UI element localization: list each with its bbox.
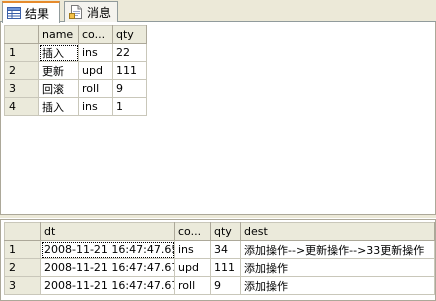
- table-cell[interactable]: 111: [210, 258, 241, 277]
- row-number[interactable]: 2: [4, 61, 39, 80]
- row-number[interactable]: 3: [4, 79, 39, 98]
- tab-bar: 结果 消息: [0, 0, 436, 23]
- tab-messages[interactable]: 消息: [64, 1, 118, 22]
- table-row[interactable]: 1 2008-11-21 16:47:47.653 ins 34 添加操作-->…: [4, 240, 435, 259]
- table-row[interactable]: 3 2008-11-21 16:47:47.670 roll 9 添加操作: [4, 276, 435, 295]
- row-number[interactable]: 1: [4, 43, 39, 62]
- table-cell[interactable]: upd: [78, 61, 113, 80]
- grid-icon: [7, 6, 21, 20]
- table-row[interactable]: 2 2008-11-21 16:47:47.670 upd 111 添加操作: [4, 258, 435, 277]
- table-cell[interactable]: 更新: [38, 61, 79, 80]
- row-number[interactable]: 3: [4, 276, 41, 295]
- column-header-co[interactable]: co...: [174, 222, 211, 241]
- table-cell[interactable]: 34: [210, 240, 241, 259]
- table-cell[interactable]: 插入: [38, 43, 79, 62]
- table-cell[interactable]: 9: [210, 276, 241, 295]
- grid-header-row: dt co... qty dest: [4, 222, 435, 241]
- table-cell[interactable]: roll: [78, 79, 113, 98]
- table-cell[interactable]: 2008-11-21 16:47:47.670: [40, 276, 175, 295]
- tab-results-label: 结果: [25, 6, 50, 21]
- grid-corner[interactable]: [4, 222, 41, 241]
- tab-messages-label: 消息: [87, 5, 112, 20]
- table-cell[interactable]: ins: [78, 97, 113, 116]
- column-header-qty[interactable]: qty: [210, 222, 241, 241]
- table-cell[interactable]: upd: [174, 258, 211, 277]
- table-row[interactable]: 2 更新 upd 111: [4, 61, 147, 80]
- table-row[interactable]: 3 回滚 roll 9: [4, 79, 147, 98]
- table-cell[interactable]: 插入: [38, 97, 79, 116]
- grid-corner[interactable]: [4, 25, 39, 44]
- table-cell[interactable]: 1: [112, 97, 147, 116]
- column-header-qty[interactable]: qty: [112, 25, 147, 44]
- row-number[interactable]: 4: [4, 97, 39, 116]
- table-cell[interactable]: roll: [174, 276, 211, 295]
- column-header-dt[interactable]: dt: [40, 222, 175, 241]
- table-cell[interactable]: 2008-11-21 16:47:47.653: [40, 240, 175, 259]
- table-cell[interactable]: 9: [112, 79, 147, 98]
- column-header-co[interactable]: co...: [78, 25, 113, 44]
- row-number[interactable]: 1: [4, 240, 41, 259]
- column-header-name[interactable]: name: [38, 25, 79, 44]
- table-cell[interactable]: ins: [78, 43, 113, 62]
- table-cell[interactable]: ins: [174, 240, 211, 259]
- tab-results[interactable]: 结果: [2, 1, 60, 23]
- table-row[interactable]: 4 插入 ins 1: [4, 97, 147, 116]
- table-cell[interactable]: 111: [112, 61, 147, 80]
- results-grid-1[interactable]: name co... qty 1 插入 ins 22 2 更新 upd 111 …: [4, 25, 147, 116]
- table-cell[interactable]: 回滚: [38, 79, 79, 98]
- document-icon: [69, 5, 83, 19]
- results-window: 结果 消息 name co... qty 1 插入 ins 22 2 更新 up…: [0, 0, 436, 301]
- results-grid-2[interactable]: dt co... qty dest 1 2008-11-21 16:47:47.…: [4, 222, 435, 295]
- row-number[interactable]: 2: [4, 258, 41, 277]
- table-cell[interactable]: 添加操作: [240, 276, 435, 295]
- table-cell[interactable]: 添加操作-->更新操作-->33更新操作: [240, 240, 435, 259]
- grid-header-row: name co... qty: [4, 25, 147, 44]
- column-header-dest[interactable]: dest: [240, 222, 435, 241]
- table-cell[interactable]: 2008-11-21 16:47:47.670: [40, 258, 175, 277]
- table-cell[interactable]: 添加操作: [240, 258, 435, 277]
- table-cell[interactable]: 22: [112, 43, 147, 62]
- table-row[interactable]: 1 插入 ins 22: [4, 43, 147, 62]
